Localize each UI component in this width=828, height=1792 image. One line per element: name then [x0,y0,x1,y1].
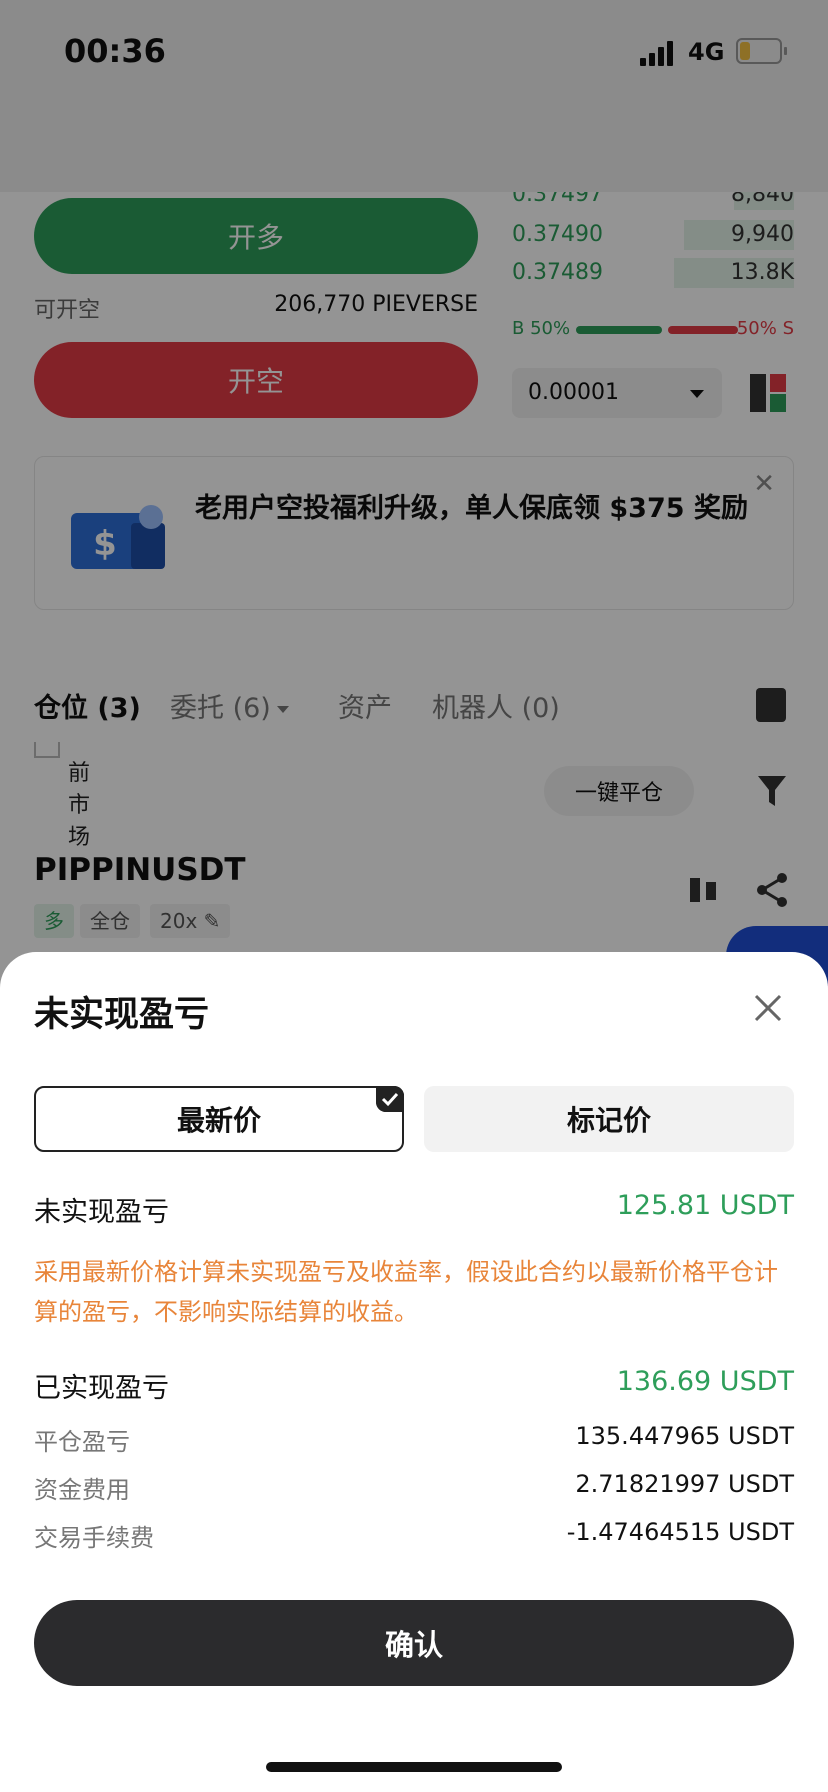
funding-fee-label: 资金费用 [34,1476,130,1504]
home-indicator [266,1762,562,1772]
close-pnl-label: 平仓盈亏 [34,1428,130,1456]
sheet-title: 未实现盈亏 [34,995,210,1035]
mark-price-option[interactable]: 标记价 [424,1086,794,1152]
unrealized-value: 125.81 USDT [616,1190,794,1221]
latest-price-label: 最新价 [176,1104,261,1137]
unrealized-pnl-sheet: 未实现盈亏 最新价 标记价 未实现盈亏 125.81 USDT 采用最新价格计算… [0,952,828,1792]
unrealized-label: 未实现盈亏 [34,1197,169,1228]
latest-price-option[interactable]: 最新价 [34,1086,404,1152]
funding-fee-value: 2.71821997 USDT [575,1470,794,1498]
close-pnl-value: 135.447965 USDT [575,1422,794,1450]
realized-label: 已实现盈亏 [34,1373,169,1404]
realized-value: 136.69 USDT [616,1366,794,1397]
check-icon [376,1086,404,1112]
close-icon[interactable] [750,990,786,1026]
calculation-note: 采用最新价格计算未实现盈亏及收益率，假设此合约以最新价格平仓计算的盈亏，不影响实… [34,1258,778,1326]
trading-fee-value: -1.47464515 USDT [566,1518,794,1546]
confirm-button[interactable]: 确认 [34,1600,794,1686]
trading-fee-label: 交易手续费 [34,1524,154,1552]
